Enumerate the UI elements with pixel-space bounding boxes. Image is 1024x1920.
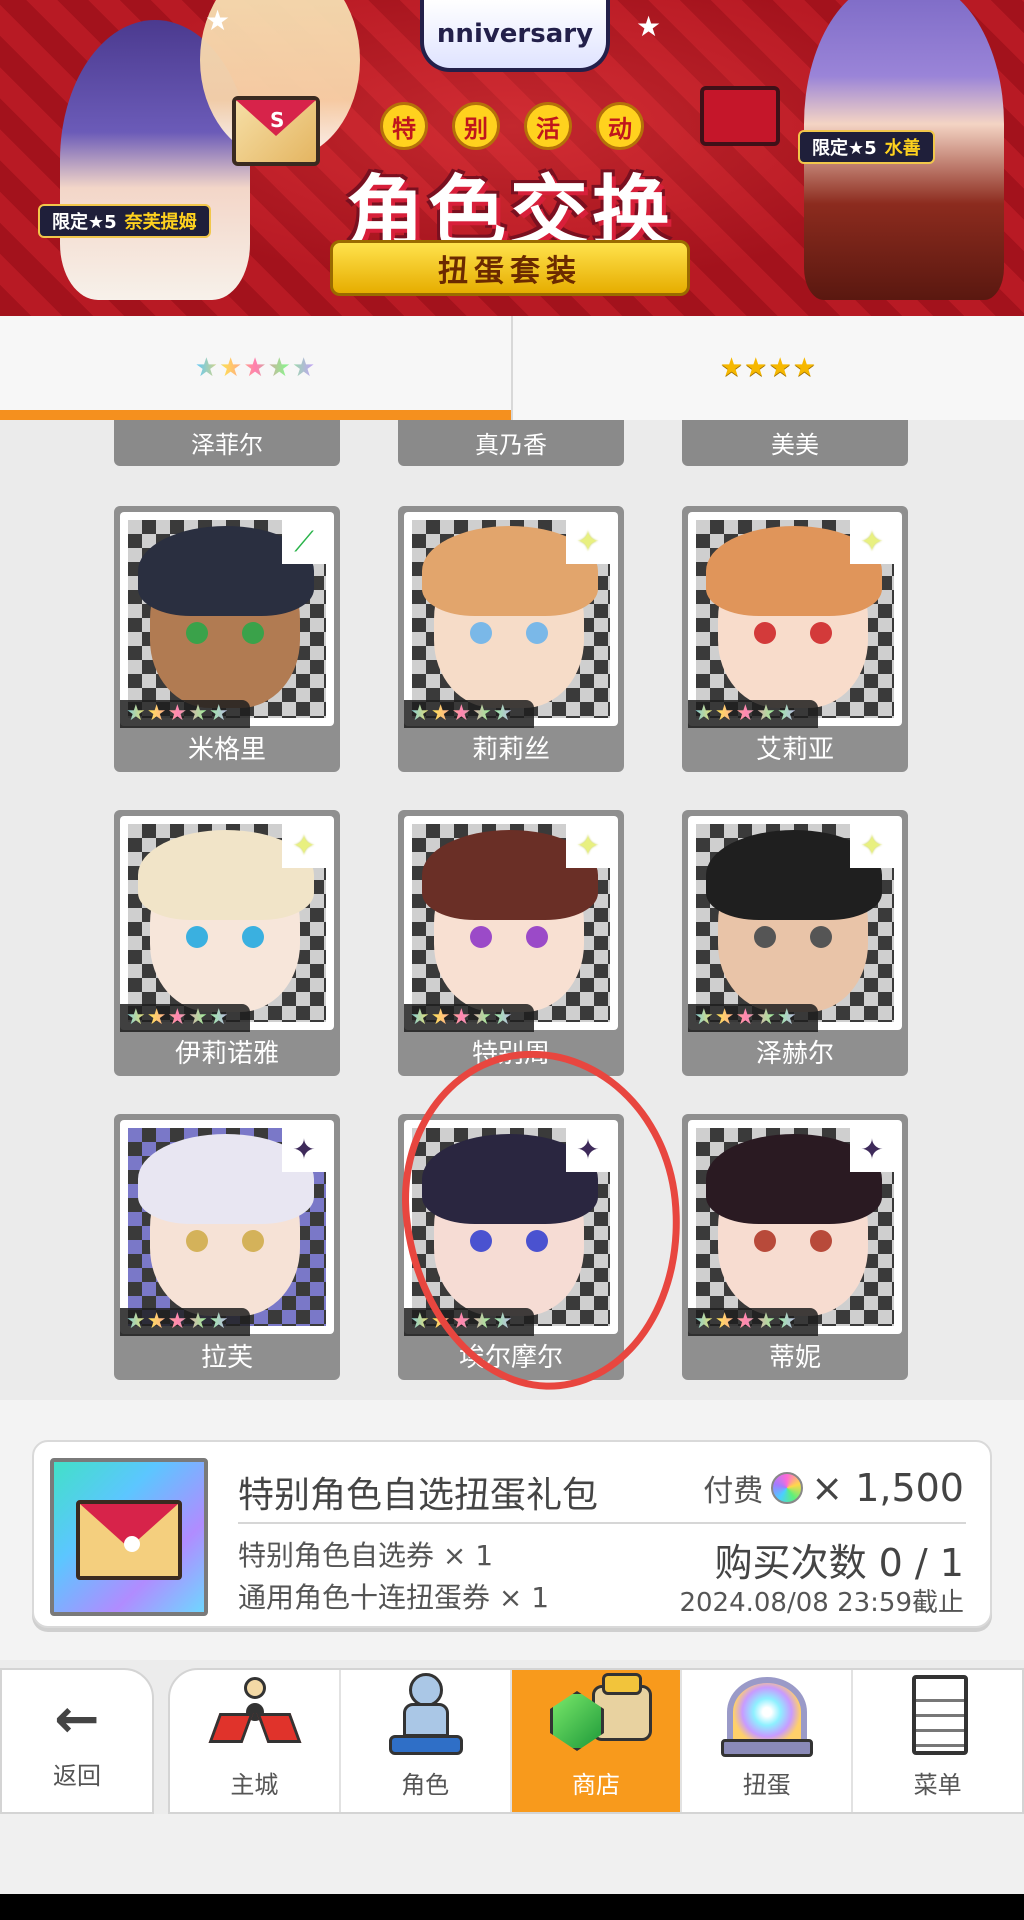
character-card[interactable]: ✦ ★★★★★ 伊莉诺雅 bbox=[114, 810, 340, 1076]
character-name: 莉莉丝 bbox=[471, 735, 550, 765]
element-icon: ✦ bbox=[566, 520, 610, 564]
character-name: 泽赫尔 bbox=[755, 1039, 834, 1069]
pack-content-item: 通用角色十连扭蛋券 × 1 bbox=[238, 1581, 550, 1614]
purchase-card[interactable]: 特别角色自选扭蛋礼包 特别角色自选券 × 1 通用角色十连扭蛋券 × 1 付费 … bbox=[32, 1440, 992, 1628]
character-name: 蒂妮 bbox=[768, 1343, 821, 1373]
character-name: 艾莉亚 bbox=[755, 735, 834, 765]
element-icon: ⟋ bbox=[282, 520, 326, 564]
tab-five-star[interactable]: ★★★★★ bbox=[0, 316, 511, 420]
nav-item-menu[interactable]: 菜单 bbox=[851, 1670, 1022, 1812]
character-portrait: ✦ bbox=[688, 816, 902, 1030]
character-name: 米格里 bbox=[187, 735, 266, 765]
pack-price: 付费 × 1,500 bbox=[703, 1466, 964, 1510]
event-label: 特 别 活 动 bbox=[380, 102, 644, 150]
character-portrait: ⟋ bbox=[120, 512, 334, 726]
shop-icon bbox=[546, 1673, 652, 1761]
gift-pack-icon bbox=[50, 1458, 208, 1616]
character-card[interactable]: 泽菲尔 bbox=[114, 420, 340, 466]
character-card[interactable]: 美美 bbox=[682, 420, 908, 466]
character-name: 伊莉诺雅 bbox=[174, 1039, 279, 1069]
character-name: 特别周 bbox=[471, 1039, 550, 1069]
limited-tag-left: 限定★5 奈芙提姆 bbox=[38, 204, 211, 238]
purchase-deadline: 2024.08/08 23:59截止 bbox=[679, 1588, 964, 1618]
element-icon: ✦ bbox=[282, 824, 326, 868]
element-icon: ✦ bbox=[850, 520, 894, 564]
character-name: 拉芙 bbox=[200, 1343, 253, 1373]
partial-card-row: 泽菲尔 真乃香 美美 bbox=[0, 420, 1024, 468]
star-rating: ★★★★★ bbox=[404, 1308, 520, 1336]
character-card[interactable]: ⟋ ★★★★★ 米格里 bbox=[114, 506, 340, 772]
character-grid[interactable]: 泽菲尔 真乃香 美美 ⟋ ★★★★★ 米格里 ✦ ★★★★★ 莉莉丝 ✦ ★★★… bbox=[0, 420, 1024, 1400]
element-icon: ✦ bbox=[282, 1128, 326, 1172]
character-portrait: ✦ bbox=[688, 512, 902, 726]
character-card[interactable]: ✦ ★★★★★ 莉莉丝 bbox=[398, 506, 624, 772]
purchase-count: 购买次数 0 / 1 bbox=[714, 1541, 964, 1585]
character-card[interactable]: ✦ ★★★★★ 拉芙 bbox=[114, 1114, 340, 1380]
star-rating: ★★★★★ bbox=[688, 1004, 804, 1032]
character-card[interactable]: ✦ ★★★★★ 泽赫尔 bbox=[682, 810, 908, 1076]
event-banner[interactable]: nniversary ★ ★ 特 别 活 动 角色交换 扭蛋套装 限定★5 奈芙… bbox=[0, 0, 1024, 316]
character-name: 埃尔摩尔 bbox=[458, 1343, 563, 1373]
character-portrait: ✦ bbox=[120, 816, 334, 1030]
tab-four-star[interactable]: ★★★★ bbox=[511, 316, 1024, 420]
system-bar-area bbox=[0, 1814, 1024, 1894]
star-rating: ★★★★★ bbox=[688, 1308, 804, 1336]
nav-item-character[interactable]: 角色 bbox=[338, 1670, 510, 1812]
system-navigation-bar bbox=[0, 1894, 1024, 1920]
gem-icon bbox=[771, 1472, 804, 1504]
character-portrait: ✦ bbox=[404, 512, 618, 726]
star-rating: ★★★★★ bbox=[404, 1004, 520, 1032]
divider bbox=[238, 1522, 966, 1524]
character-portrait: ✦ bbox=[404, 816, 618, 1030]
envelope-icon bbox=[232, 96, 320, 166]
town-icon bbox=[204, 1673, 304, 1761]
star-rating: ★★★★★ bbox=[404, 700, 520, 728]
chest-icon bbox=[700, 86, 780, 146]
nav-item-shop[interactable]: 商店 bbox=[509, 1670, 681, 1812]
star-rating: ★★★★★ bbox=[120, 1308, 236, 1336]
pack-title: 特别角色自选扭蛋礼包 bbox=[238, 1475, 599, 1516]
pack-content-item: 特别角色自选券 × 1 bbox=[238, 1539, 494, 1572]
element-icon: ✦ bbox=[566, 1128, 610, 1172]
nav-tabs: 主城 角色 商店 扭蛋 菜单 bbox=[168, 1668, 1024, 1814]
bottom-nav: ← 返回 主城 角色 商店 扭蛋 菜单 bbox=[0, 1666, 1024, 1814]
character-portrait: ✦ bbox=[688, 1120, 902, 1334]
character-portrait: ✦ bbox=[404, 1120, 618, 1334]
rarity-tabs: ★★★★★ ★★★★ bbox=[0, 316, 1024, 420]
character-card[interactable]: ✦ ★★★★★ 埃尔摩尔 bbox=[398, 1114, 624, 1380]
element-icon: ✦ bbox=[850, 824, 894, 868]
star-rating: ★★★★★ bbox=[120, 700, 236, 728]
anniversary-logo: nniversary bbox=[420, 0, 610, 72]
back-button[interactable]: ← 返回 bbox=[0, 1668, 154, 1814]
star-rating: ★★★★★ bbox=[688, 700, 804, 728]
character-card[interactable]: ✦ ★★★★★ 蒂妮 bbox=[682, 1114, 908, 1380]
limited-tag-right: 限定★5 水善 bbox=[798, 130, 935, 164]
star-icon: ★ bbox=[205, 4, 231, 37]
star-icon: ★ bbox=[636, 10, 662, 43]
banner-subtitle: 扭蛋套装 bbox=[330, 240, 690, 296]
character-portrait: ✦ bbox=[120, 1120, 334, 1334]
back-arrow-icon: ← bbox=[54, 1686, 100, 1750]
star-rating: ★★★★★ bbox=[120, 1004, 236, 1032]
character-card[interactable]: 真乃香 bbox=[398, 420, 624, 466]
nav-item-gacha[interactable]: 扭蛋 bbox=[680, 1670, 851, 1812]
element-icon: ✦ bbox=[566, 824, 610, 868]
character-card[interactable]: ✦ ★★★★★ 特别周 bbox=[398, 810, 624, 1076]
nav-item-town[interactable]: 主城 bbox=[170, 1670, 339, 1812]
element-icon: ✦ bbox=[850, 1128, 894, 1172]
character-icon bbox=[375, 1673, 475, 1761]
character-card[interactable]: ✦ ★★★★★ 艾莉亚 bbox=[682, 506, 908, 772]
menu-icon bbox=[888, 1673, 988, 1761]
gacha-icon bbox=[717, 1673, 817, 1761]
